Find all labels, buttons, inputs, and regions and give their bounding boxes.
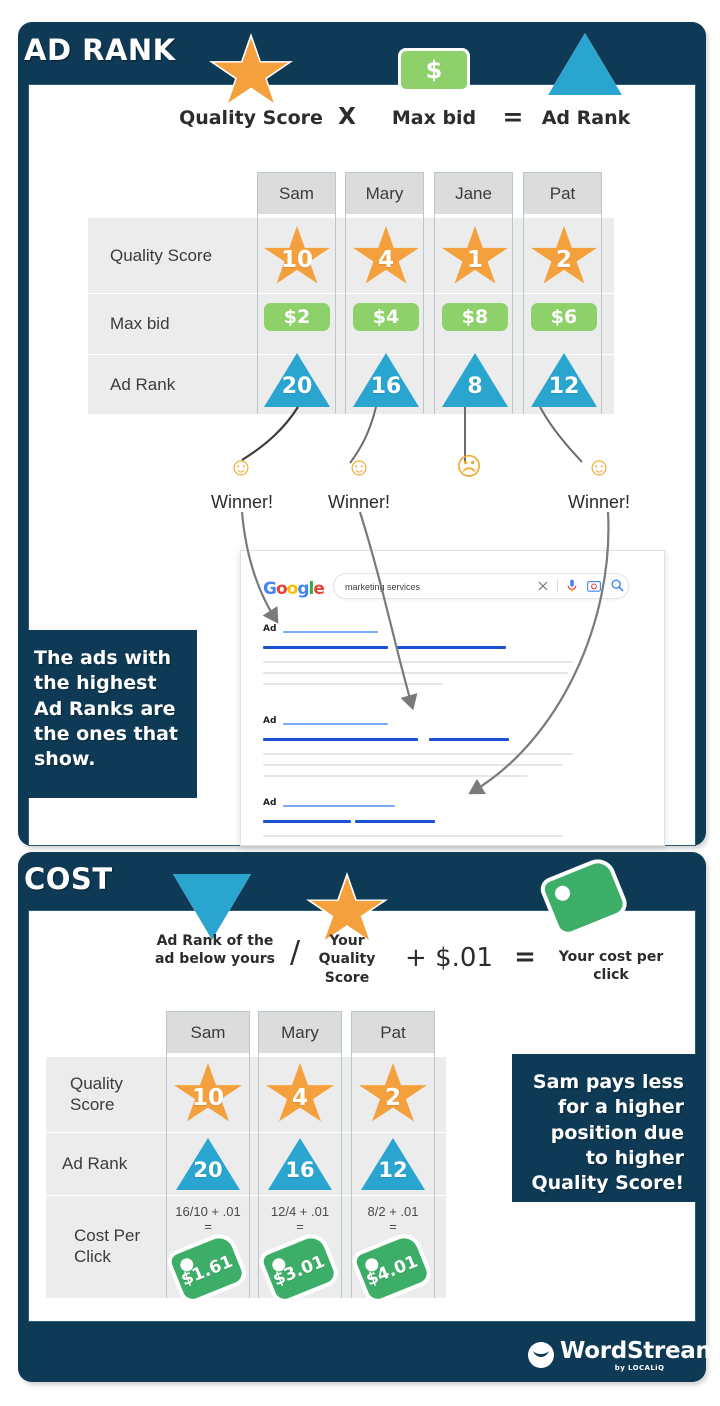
cost-header-mary: Mary [258,1011,342,1053]
ad-rank-value-jane: 8 [467,373,483,399]
ad-rank-value-sam: 20 [281,373,313,399]
quality-score-value-sam: 10 [280,247,313,273]
cpc-formula-pat: 8/2 + .01 [367,1204,419,1219]
winner-to-serp-arrows [240,511,610,795]
quality-score-value-pat: 2 [555,247,572,273]
cpc-equals-sam: = [204,1219,212,1234]
row-label-max-bid: Max bid [110,314,170,333]
max-bid-pill-mary: $4 [353,303,419,331]
row-label-quality-score: Quality Score [110,245,213,265]
table-header-pat: Pat [523,172,602,214]
table-header-mary: Mary [345,172,424,214]
wordstream-mark-icon [528,1342,554,1368]
wordstream-brand: WordStream [560,1338,720,1364]
max-bid-value-pat: $6 [550,306,578,328]
table-header-sam: Sam [257,172,336,214]
cost-term-quality-score: Your Quality Score [318,933,376,986]
cost-row-label-quality-score: Quality Score [70,1074,123,1114]
outcome-emoji-jane: ☹ [455,453,483,481]
cost-quality-value-sam: 10 [191,1084,224,1111]
cost-ad-rank-value-mary: 16 [285,1158,315,1182]
dollar-glyph: $ [425,56,443,84]
cost-row-label-ad-rank: Ad Rank [62,1154,128,1173]
cost-term-plus-one-cent: + $.01 [405,943,493,973]
formula-operator-multiply: X [338,104,356,130]
outcome-emoji-pat: ☺ [586,453,612,481]
ad-rank-value-pat: 12 [548,373,580,399]
cost-operator-divide: / [289,935,301,970]
quality-score-value-jane: 1 [466,247,483,273]
cpc-equals-pat: = [389,1219,397,1234]
cost-title: COST [24,862,113,896]
ad-rank-callout: The ads with the highest Ad Ranks are th… [20,630,197,798]
infographic-page: AD RANK $ Quality Score X Max bid = Ad R… [0,0,720,1406]
cost-ad-rank-value-pat: 12 [378,1158,408,1182]
cost-operator-equals: = [514,942,536,972]
wordstream-logo: WordStream by LOCALiQ [528,1338,719,1372]
cpc-formula-sam: 16/10 + .01 [175,1204,241,1219]
serp-title-line-3a [263,820,351,823]
max-bid-value-mary: $4 [372,306,400,328]
cost-ad-rank-value-sam: 20 [193,1158,223,1182]
ad-rank-title: AD RANK [24,33,176,67]
quality-score-value-mary: 4 [377,247,394,273]
serp-desc-line-3a [263,835,563,837]
cost-callout: Sam pays less for a higher position due … [512,1054,698,1202]
cost-quality-value-pat: 2 [384,1084,401,1111]
formula-term-ad-rank: Ad Rank [541,107,631,129]
cost-header-pat: Pat [351,1011,435,1053]
formula-operator-equals: = [502,102,524,131]
ad-rank-value-mary: 16 [370,373,402,399]
max-bid-pill-pat: $6 [531,303,597,331]
max-bid-pill-sam: $2 [264,303,330,331]
max-bid-pill-jane: $8 [442,303,508,331]
serp-title-line-3b [355,820,435,823]
cost-row-label-cost-per-click: Cost Per Click [74,1226,141,1266]
outcome-emoji-mary: ☺ [346,453,372,481]
wordstream-tagline: by LOCALiQ [614,1364,665,1372]
cost-header-sam: Sam [166,1011,250,1053]
formula-term-quality-score: Quality Score [179,107,323,129]
cpc-formula-mary: 12/4 + .01 [270,1204,330,1219]
max-bid-value-sam: $2 [283,306,311,328]
table-header-jane: Jane [434,172,513,214]
cpc-equals-mary: = [296,1219,304,1234]
formula-term-max-bid: Max bid [391,107,477,129]
money-chip-icon: $ [398,48,470,92]
cost-quality-value-mary: 4 [291,1084,308,1111]
outcome-emoji-sam: ☺ [228,453,254,481]
max-bid-value-jane: $8 [461,306,489,328]
cost-term-your-cost-per-click: Your cost per click [558,949,664,984]
cost-term-ad-rank-below: Ad Rank of the ad below yours [154,933,276,968]
